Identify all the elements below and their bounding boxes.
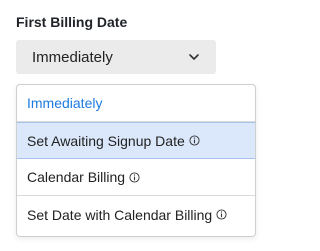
chevron-down-icon	[189, 54, 199, 60]
info-icon	[189, 135, 200, 146]
option-label: Immediately	[27, 95, 103, 111]
option-label: Set Date with Calendar Billing	[27, 206, 213, 223]
billing-date-select-widget: First Billing Date Immediately Immediate…	[0, 0, 267, 251]
option-label: Set Awaiting Signup Date	[27, 132, 185, 149]
info-icon	[216, 209, 227, 220]
select-value: Immediately	[32, 48, 113, 66]
field-label: First Billing Date	[16, 14, 128, 30]
dropdown-menu: Immediately Set Awaiting Signup Date Cal…	[16, 84, 256, 237]
option-set-awaiting-signup-date[interactable]: Set Awaiting Signup Date	[17, 122, 255, 159]
option-label: Calendar Billing	[27, 169, 126, 185]
first-billing-date-select[interactable]: Immediately	[16, 40, 216, 74]
option-calendar-billing[interactable]: Calendar Billing	[17, 159, 255, 196]
option-immediately[interactable]: Immediately	[17, 85, 255, 122]
option-set-date-with-calendar-billing[interactable]: Set Date with Calendar Billing	[17, 196, 255, 233]
info-icon	[129, 171, 140, 183]
